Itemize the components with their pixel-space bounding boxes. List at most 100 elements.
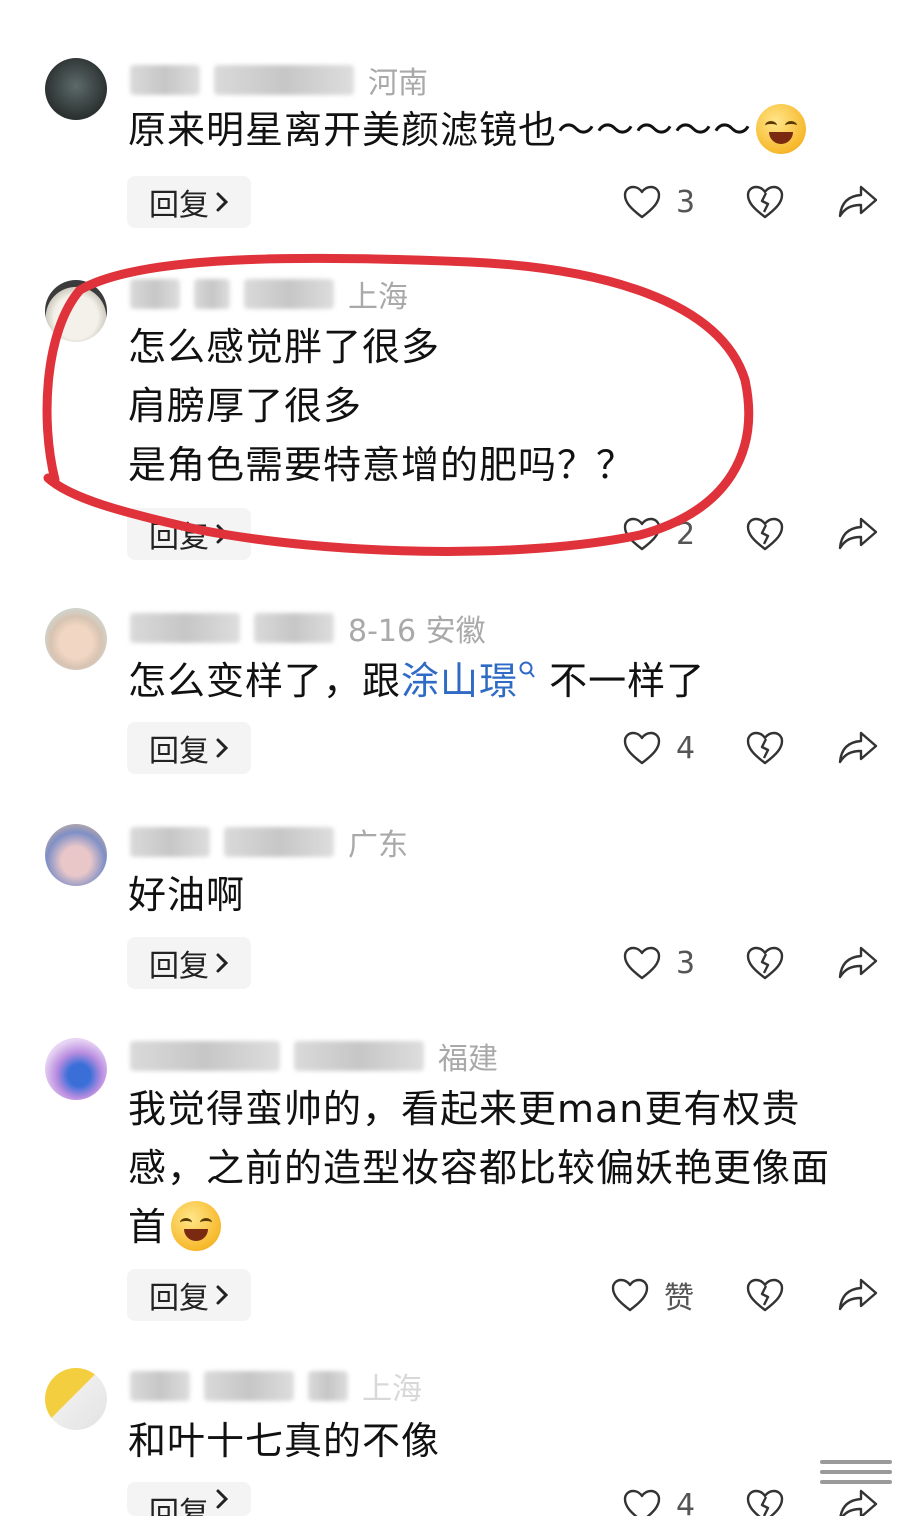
comment-actions: 3 <box>600 176 890 228</box>
search-mini-icon <box>519 661 535 678</box>
laughing-emoji-icon <box>756 103 807 154</box>
comment-actions: 赞 <box>600 1269 890 1321</box>
like-button[interactable]: 2 <box>600 508 695 560</box>
comment-meta: 上海 <box>130 1366 422 1407</box>
heart-outline-icon <box>623 731 661 765</box>
comment-text: 我觉得蛮帅的，看起来更man更有权贵 感，之前的造型妆容都比较偏妖艳更像面 首 <box>128 1080 888 1257</box>
share-arrow-icon <box>838 1278 878 1311</box>
reply-button[interactable]: 回复 <box>127 508 251 560</box>
chevron-right-icon <box>216 1489 229 1509</box>
comment-actions: 4 <box>600 722 890 774</box>
heart-outline-icon <box>623 1489 661 1516</box>
like-count: 3 <box>676 945 696 981</box>
reply-label: 回复 <box>149 520 209 555</box>
chevron-right-icon <box>216 524 229 544</box>
reply-label: 回复 <box>149 1496 209 1516</box>
comment-line: 是角色需要特意增的肥吗？？ <box>128 443 636 487</box>
rofl-emoji-icon <box>171 1200 222 1251</box>
share-arrow-icon <box>838 731 878 764</box>
reply-button[interactable]: 回复 <box>127 176 251 228</box>
comment-meta: 广东 <box>130 822 408 863</box>
comment-text: 怎么感觉胖了很多 肩膀厚了很多 是角色需要特意增的肥吗？？ <box>128 318 888 495</box>
avatar[interactable] <box>45 608 107 670</box>
share-button[interactable] <box>837 184 879 220</box>
like-button[interactable]: 4 <box>600 1482 695 1516</box>
comment-line: 不一样了 <box>536 659 706 703</box>
comment-line: 怎么变样了，跟 <box>128 659 402 703</box>
comment-location: 福建 <box>438 1042 498 1077</box>
reply-label: 回复 <box>149 949 209 984</box>
share-button[interactable] <box>837 516 879 552</box>
comment-text: 原来明星离开美颜滤镜也～～～～～ <box>128 101 888 160</box>
like-button[interactable]: 3 <box>600 937 695 989</box>
heart-outline-icon <box>611 1278 649 1312</box>
like-count: 3 <box>676 184 696 220</box>
watermark-lines-icon <box>820 1460 892 1494</box>
chevron-right-icon <box>216 192 229 212</box>
broken-heart-icon <box>746 517 784 551</box>
share-arrow-icon <box>838 946 878 979</box>
dislike-button[interactable] <box>745 945 785 981</box>
broken-heart-icon <box>746 1489 784 1516</box>
comment-meta: 河南 <box>130 60 428 101</box>
share-arrow-icon <box>838 517 878 550</box>
like-count: 2 <box>676 516 696 552</box>
heart-outline-icon <box>623 185 661 219</box>
comment-meta: 上海 <box>130 274 408 315</box>
dislike-button[interactable] <box>745 1277 785 1313</box>
avatar[interactable] <box>45 280 107 342</box>
like-button[interactable]: 3 <box>600 176 695 228</box>
chevron-right-icon <box>216 738 229 758</box>
avatar[interactable] <box>45 1368 107 1430</box>
comment-actions: 2 <box>600 508 890 560</box>
comment-meta: 8-16 安徽 <box>130 608 486 649</box>
share-button[interactable] <box>837 945 879 981</box>
comment-line: 肩膀厚了很多 <box>128 384 363 428</box>
reply-button[interactable]: 回复 <box>127 1269 251 1321</box>
comment-line: 和叶十七真的不像 <box>128 1419 441 1463</box>
comment-line: 首 <box>128 1205 168 1249</box>
like-button[interactable]: 赞 <box>600 1269 694 1321</box>
share-arrow-icon <box>838 185 878 218</box>
like-button[interactable]: 4 <box>600 722 695 774</box>
reply-button[interactable]: 回复 <box>127 1482 251 1516</box>
reply-label: 回复 <box>149 1281 209 1316</box>
heart-outline-icon <box>623 946 661 980</box>
comment-meta: 福建 <box>130 1036 498 1077</box>
comment-line: 好油啊 <box>128 873 246 917</box>
avatar[interactable] <box>45 58 107 120</box>
chevron-right-icon <box>216 953 229 973</box>
comment-location: 河南 <box>368 66 428 101</box>
like-count: 4 <box>676 730 696 766</box>
avatar[interactable] <box>45 824 107 886</box>
share-button[interactable] <box>837 730 879 766</box>
dislike-button[interactable] <box>745 184 785 220</box>
comment-actions: 3 <box>600 937 890 989</box>
avatar[interactable] <box>45 1038 107 1100</box>
comment-text: 和叶十七真的不像 <box>128 1412 888 1471</box>
reply-label: 回复 <box>149 734 209 769</box>
comment-location: 上海 <box>348 280 408 315</box>
comment-line: 我觉得蛮帅的，看起来更man更有权贵 <box>128 1087 801 1131</box>
chevron-right-icon <box>216 1285 229 1305</box>
broken-heart-icon <box>746 185 784 219</box>
dislike-button[interactable] <box>745 1488 785 1516</box>
reply-button[interactable]: 回复 <box>127 722 251 774</box>
comment-text: 怎么变样了，跟涂山璟 不一样了 <box>128 652 888 711</box>
broken-heart-icon <box>746 731 784 765</box>
reply-label: 回复 <box>149 188 209 223</box>
heart-outline-icon <box>623 517 661 551</box>
share-button[interactable] <box>837 1277 879 1313</box>
dislike-button[interactable] <box>745 730 785 766</box>
dislike-button[interactable] <box>745 516 785 552</box>
comment-location: 上海 <box>362 1372 422 1407</box>
comment-line: 原来明星离开美颜滤镜也～～～～～ <box>128 108 753 152</box>
like-count: 赞 <box>664 1281 694 1316</box>
comment-location: 8-16 安徽 <box>348 614 486 649</box>
comment-text: 好油啊 <box>128 866 888 925</box>
comment-line: 感，之前的造型妆容都比较偏妖艳更像面 <box>128 1146 831 1190</box>
topic-link[interactable]: 涂山璟 <box>401 659 518 703</box>
broken-heart-icon <box>746 1278 784 1312</box>
comment-line: 怎么感觉胖了很多 <box>128 325 441 369</box>
reply-button[interactable]: 回复 <box>127 937 251 989</box>
